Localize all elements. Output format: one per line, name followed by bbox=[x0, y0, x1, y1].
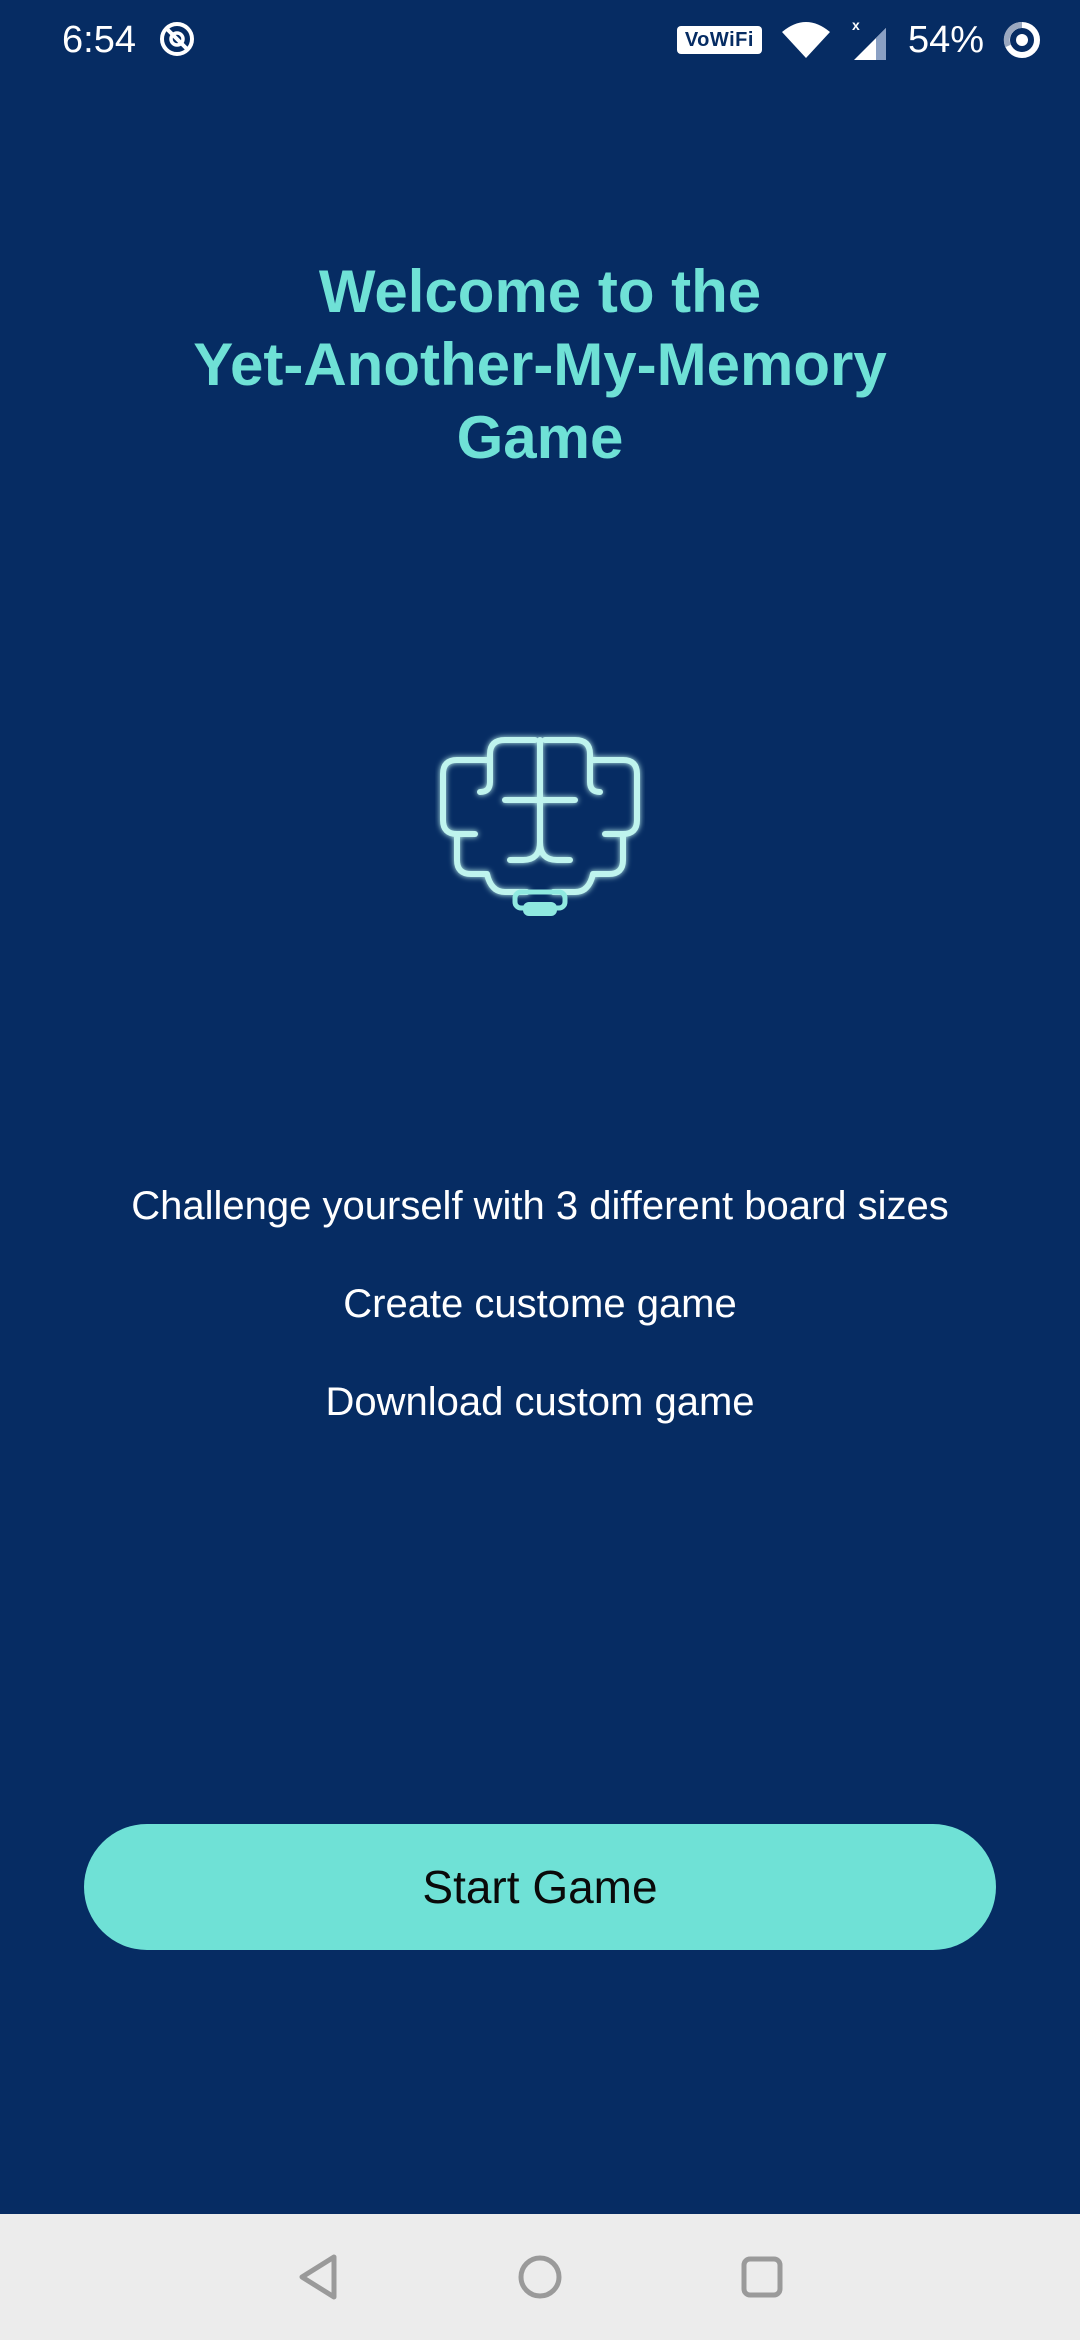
welcome-title: Welcome to the Yet-Another-My-Memory Gam… bbox=[0, 255, 1080, 474]
battery-percent: 54% bbox=[907, 19, 984, 61]
wifi-icon bbox=[781, 22, 830, 58]
start-game-button[interactable]: Start Game bbox=[84, 1824, 996, 1950]
welcome-screen: 6:54 VoWiFi x 54% Welcome to the Yet-Ano… bbox=[0, 0, 1080, 2340]
vowifi-badge: VoWiFi bbox=[676, 26, 762, 54]
title-line-3: Game bbox=[456, 404, 624, 471]
no-disturb-icon bbox=[160, 22, 194, 56]
brain-icon bbox=[440, 737, 640, 916]
navigation-bar bbox=[0, 2214, 1080, 2340]
back-triangle-icon[interactable] bbox=[290, 2247, 350, 2307]
status-bar: 6:54 VoWiFi x 54% bbox=[0, 0, 1080, 80]
cell-signal-icon: x bbox=[852, 18, 886, 60]
status-icons: VoWiFi x 54% bbox=[676, 16, 1042, 64]
status-time: 6:54 bbox=[62, 19, 136, 61]
battery-ring-icon bbox=[1003, 21, 1040, 58]
feature-list: Challenge yourself with 3 different boar… bbox=[0, 1178, 1080, 1472]
recents-square-icon[interactable] bbox=[732, 2247, 792, 2307]
svg-text:x: x bbox=[852, 18, 860, 33]
feature-item-create-custom: Create custome game bbox=[343, 1282, 737, 1326]
title-line-1: Welcome to the bbox=[318, 258, 762, 325]
home-circle-icon[interactable] bbox=[510, 2247, 570, 2307]
feature-item-download-custom: Download custom game bbox=[325, 1380, 755, 1424]
title-line-2: Yet-Another-My-Memory bbox=[193, 331, 887, 398]
feature-item-board-sizes: Challenge yourself with 3 different boar… bbox=[131, 1184, 949, 1228]
